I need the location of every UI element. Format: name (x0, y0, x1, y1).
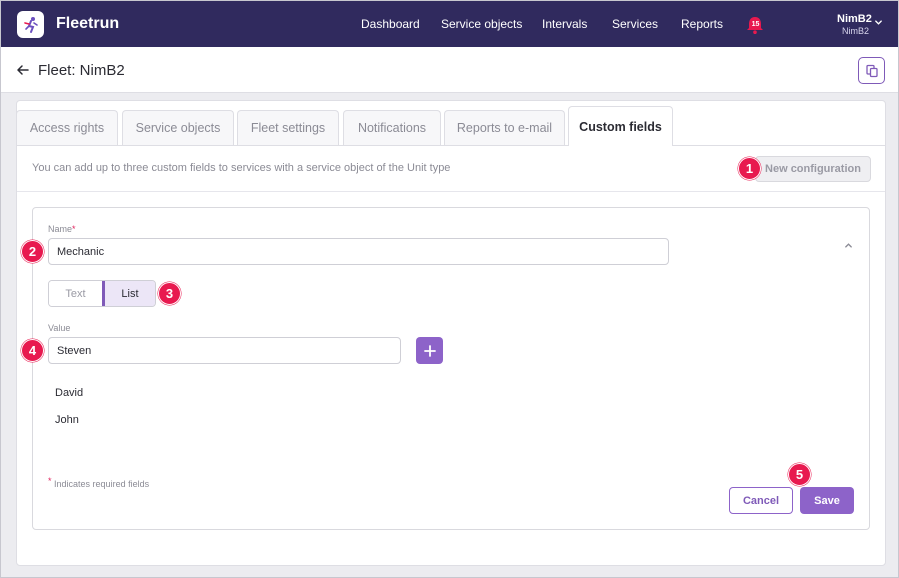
type-option-text[interactable]: Text (49, 281, 102, 306)
app-brand-name: Fleetrun (56, 15, 120, 32)
page-title: Fleet: NimB2 (38, 62, 125, 79)
add-value-button[interactable] (416, 337, 443, 364)
nav-dashboard[interactable]: Dashboard (361, 17, 420, 31)
user-name[interactable]: NimB2 (837, 13, 872, 25)
chevron-down-icon[interactable] (874, 18, 883, 27)
page-header: Fleet: NimB2 (1, 47, 898, 93)
new-configuration-button[interactable]: New configuration (755, 156, 871, 182)
name-field-label: Name* (48, 224, 76, 234)
list-value-item: John (55, 414, 79, 426)
required-asterisk: * (72, 224, 76, 234)
nav-services[interactable]: Services (612, 17, 658, 31)
nav-intervals[interactable]: Intervals (542, 17, 587, 31)
chevron-up-icon[interactable] (844, 241, 853, 250)
user-account: NimB2 (842, 26, 870, 36)
tab-reports-to-email[interactable]: Reports to e-mail (444, 110, 565, 145)
tab-notifications[interactable]: Notifications (343, 110, 441, 145)
type-option-list[interactable]: List (101, 281, 155, 306)
value-field-label: Value (48, 323, 71, 333)
cancel-button[interactable]: Cancel (729, 487, 793, 514)
callout-marker-4: 4 (21, 339, 44, 362)
name-input[interactable] (48, 238, 669, 265)
callout-marker-1: 1 (738, 157, 761, 180)
tab-access-rights[interactable]: Access rights (16, 110, 118, 145)
plus-icon (423, 344, 436, 357)
top-navigation-bar: Fleetrun Dashboard Service objects Inter… (1, 1, 898, 47)
nav-service-objects[interactable]: Service objects (441, 17, 522, 31)
notifications-count-badge: 15 (751, 21, 760, 28)
save-button[interactable]: Save (800, 487, 854, 514)
value-input[interactable] (48, 337, 401, 364)
custom-fields-info-text: You can add up to three custom fields to… (32, 162, 451, 174)
required-fields-note: * Indicates required fields (48, 476, 150, 489)
copy-icon (865, 64, 878, 77)
field-type-toggle: Text List (48, 280, 156, 307)
fleetrun-logo-icon[interactable] (17, 11, 44, 38)
callout-marker-3: 3 (158, 282, 181, 305)
tab-custom-fields[interactable]: Custom fields (568, 106, 673, 146)
tab-fleet-settings[interactable]: Fleet settings (237, 110, 339, 145)
copy-fleet-button[interactable] (858, 57, 885, 84)
callout-marker-2: 2 (21, 240, 44, 263)
list-value-item: David (55, 387, 84, 399)
nav-reports[interactable]: Reports (681, 17, 723, 31)
required-asterisk: * (48, 476, 52, 486)
app-window: Fleetrun Dashboard Service objects Inter… (0, 0, 899, 578)
callout-marker-5: 5 (788, 463, 811, 486)
tab-service-objects[interactable]: Service objects (122, 110, 234, 145)
back-arrow-icon[interactable] (16, 63, 30, 77)
